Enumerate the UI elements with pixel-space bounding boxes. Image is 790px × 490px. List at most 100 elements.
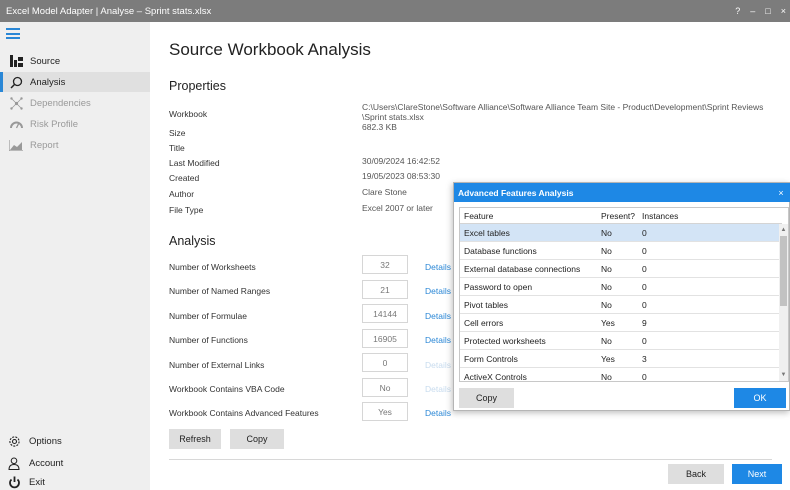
details-link-functions[interactable]: Details [425, 335, 451, 345]
grid-scrollbar[interactable]: ▲ ▼ [779, 224, 788, 381]
dialog-ok-button[interactable]: OK [734, 388, 786, 408]
dependencies-icon [9, 96, 23, 110]
details-link-advanced-features[interactable]: Details [425, 408, 451, 418]
cell-present: No [601, 245, 612, 256]
column-header-instances[interactable]: Instances [638, 211, 718, 221]
hamburger-menu-icon[interactable] [6, 28, 20, 39]
sidebar-item-source[interactable]: Source [0, 51, 150, 71]
property-label-workbook: Workbook [169, 109, 208, 119]
cell-present: No [601, 227, 612, 238]
scroll-up-icon[interactable]: ▲ [779, 226, 788, 234]
cell-present: No [601, 371, 612, 382]
sidebar-item-label: Options [29, 435, 62, 447]
scroll-down-icon[interactable]: ▼ [779, 371, 788, 379]
details-link-worksheets[interactable]: Details [425, 262, 451, 272]
help-button[interactable]: ? [735, 6, 740, 16]
close-button[interactable]: × [781, 6, 786, 16]
sidebar-item-label: Account [29, 457, 64, 469]
source-icon [9, 54, 23, 68]
cell-feature: Pivot tables [464, 299, 508, 310]
analysis-value-named-ranges: 21 [362, 280, 408, 299]
cell-feature: Form Controls [464, 353, 518, 364]
cell-instances: 0 [642, 263, 647, 274]
cell-present: No [601, 263, 612, 274]
cell-instances: 0 [642, 281, 647, 292]
chart-icon [9, 138, 23, 152]
gear-icon [7, 434, 21, 448]
table-row[interactable]: Password to open No 0 [460, 278, 782, 296]
cell-feature: Excel tables [464, 227, 510, 238]
table-row[interactable]: Form Controls Yes 3 [460, 350, 782, 368]
divider [169, 459, 772, 460]
next-button[interactable]: Next [732, 464, 782, 484]
table-row[interactable]: Excel tables No 0 [460, 224, 782, 242]
page-title: Source Workbook Analysis [169, 40, 371, 59]
user-icon [7, 456, 21, 470]
gauge-icon [9, 117, 23, 131]
sidebar-item-label: Analysis [30, 76, 66, 88]
cell-present: No [601, 299, 612, 310]
property-value-created: 19/05/2023 08:53:30 [362, 171, 440, 181]
analysis-label-vba-code: Workbook Contains VBA Code [169, 384, 285, 394]
cell-present: No [601, 335, 612, 346]
table-row[interactable]: Protected worksheets No 0 [460, 332, 782, 350]
window-title: Excel Model Adapter | Analyse – Sprint s… [6, 5, 212, 17]
maximize-button[interactable]: □ [765, 6, 770, 16]
details-link-named-ranges[interactable]: Details [425, 286, 451, 296]
cell-instances: 0 [642, 245, 647, 256]
sidebar-item-risk-profile[interactable]: Risk Profile [0, 114, 150, 134]
sidebar: Source Analysis Dependencies Risk Profil… [0, 22, 150, 490]
grid-header: Feature Present? Instances [460, 208, 782, 224]
advanced-features-dialog: Advanced Features Analysis × Feature Pre… [453, 182, 790, 411]
cell-feature: Password to open [464, 281, 533, 292]
cell-present: Yes [601, 317, 615, 328]
dialog-close-icon[interactable]: × [775, 183, 787, 202]
analysis-value-external-links: 0 [362, 353, 408, 372]
copy-button[interactable]: Copy [230, 429, 284, 449]
back-button[interactable]: Back [668, 464, 724, 484]
analysis-heading: Analysis [169, 234, 216, 248]
table-row[interactable]: ActiveX Controls No 0 [460, 368, 782, 382]
details-link-external-links: Details [425, 360, 451, 370]
cell-feature: Protected worksheets [464, 335, 546, 346]
property-label-author: Author [169, 189, 195, 199]
analysis-label-formulae: Number of Formulae [169, 311, 247, 321]
sidebar-item-analysis[interactable]: Analysis [0, 72, 150, 92]
analysis-value-vba-code: No [362, 378, 408, 397]
sidebar-item-account[interactable]: Account [0, 454, 150, 472]
analysis-label-external-links: Number of External Links [169, 360, 265, 370]
column-header-present[interactable]: Present? [597, 211, 638, 221]
sidebar-item-options[interactable]: Options [0, 432, 150, 450]
dialog-copy-button[interactable]: Copy [459, 388, 514, 408]
sidebar-item-dependencies[interactable]: Dependencies [0, 93, 150, 113]
table-row[interactable]: Pivot tables No 0 [460, 296, 782, 314]
cell-instances: 9 [642, 317, 647, 328]
search-icon [9, 75, 23, 89]
refresh-button[interactable]: Refresh [169, 429, 221, 449]
table-row[interactable]: Database functions No 0 [460, 242, 782, 260]
analysis-label-functions: Number of Functions [169, 335, 248, 345]
analysis-value-formulae: 14144 [362, 304, 408, 323]
column-header-feature[interactable]: Feature [460, 211, 597, 221]
property-value-workbook: C:\Users\ClareStone\Software Alliance\So… [362, 102, 764, 122]
cell-present: Yes [601, 353, 615, 364]
property-value-size: 682.3 KB [362, 122, 397, 132]
analysis-label-worksheets: Number of Worksheets [169, 262, 256, 272]
cell-feature: Cell errors [464, 317, 504, 328]
details-link-formulae[interactable]: Details [425, 311, 451, 321]
cell-instances: 0 [642, 335, 647, 346]
sidebar-item-exit[interactable]: Exit [0, 473, 150, 490]
scrollbar-thumb[interactable] [780, 236, 787, 306]
power-icon [7, 475, 21, 489]
cell-instances: 0 [642, 371, 647, 382]
minimize-button[interactable]: – [750, 6, 755, 16]
analysis-label-named-ranges: Number of Named Ranges [169, 286, 271, 296]
details-link-vba-code: Details [425, 384, 451, 394]
sidebar-item-report[interactable]: Report [0, 135, 150, 155]
table-row[interactable]: Cell errors Yes 9 [460, 314, 782, 332]
dialog-title: Advanced Features Analysis [454, 183, 790, 202]
cell-feature: Database functions [464, 245, 537, 256]
properties-heading: Properties [169, 79, 226, 93]
table-row[interactable]: External database connections No 0 [460, 260, 782, 278]
cell-feature: ActiveX Controls [464, 371, 527, 382]
